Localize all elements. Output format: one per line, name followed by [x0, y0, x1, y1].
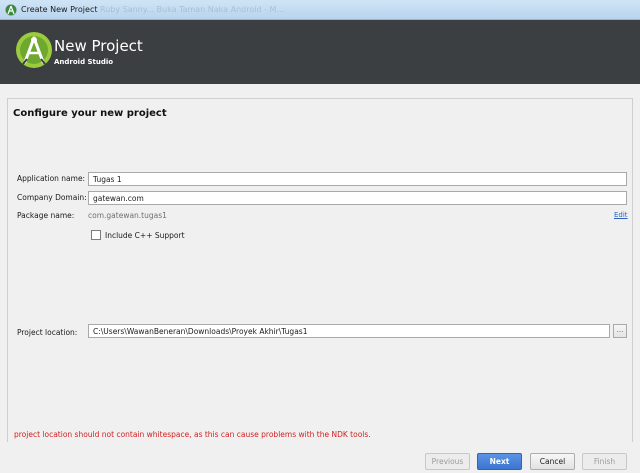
android-studio-logo-icon	[16, 32, 52, 68]
previous-button[interactable]: Previous	[425, 453, 470, 470]
company-domain-label: Company Domain:	[17, 193, 87, 202]
project-location-input[interactable]: C:\Users\WawanBeneran\Downloads\Proyek A…	[88, 324, 610, 338]
edit-package-link[interactable]: Edit	[614, 211, 628, 219]
company-domain-input[interactable]: gatewan.com	[88, 191, 627, 205]
header-title: New Project	[54, 37, 143, 55]
application-name-label: Application name:	[17, 174, 86, 183]
background-window-title: Ruby Sanny... Buka Taman Naka Android - …	[100, 5, 285, 14]
header-subtitle: Android Studio	[54, 58, 114, 66]
android-studio-app-icon	[5, 4, 17, 16]
finish-button[interactable]: Finish	[582, 453, 627, 470]
package-name-label: Package name:	[17, 211, 75, 220]
window-title-bar[interactable]: Create New Project Ruby Sanny... Buka Ta…	[0, 0, 640, 20]
browse-location-button[interactable]: ...	[613, 324, 627, 338]
application-name-input[interactable]: Tugas 1	[88, 172, 627, 186]
validation-warning: project location should not contain whit…	[14, 430, 371, 439]
wizard-header: New Project Android Studio	[0, 20, 640, 84]
section-title: Configure your new project	[13, 108, 167, 119]
include-cpp-label[interactable]: Include C++ Support	[105, 231, 185, 240]
window-title: Create New Project	[21, 5, 98, 14]
cancel-button[interactable]: Cancel	[530, 453, 575, 470]
include-cpp-checkbox[interactable]	[91, 230, 101, 240]
configure-panel	[7, 98, 633, 442]
project-location-label: Project location:	[17, 328, 78, 337]
package-name-value: com.gatewan.tugas1	[88, 211, 167, 220]
next-button[interactable]: Next	[477, 453, 522, 470]
